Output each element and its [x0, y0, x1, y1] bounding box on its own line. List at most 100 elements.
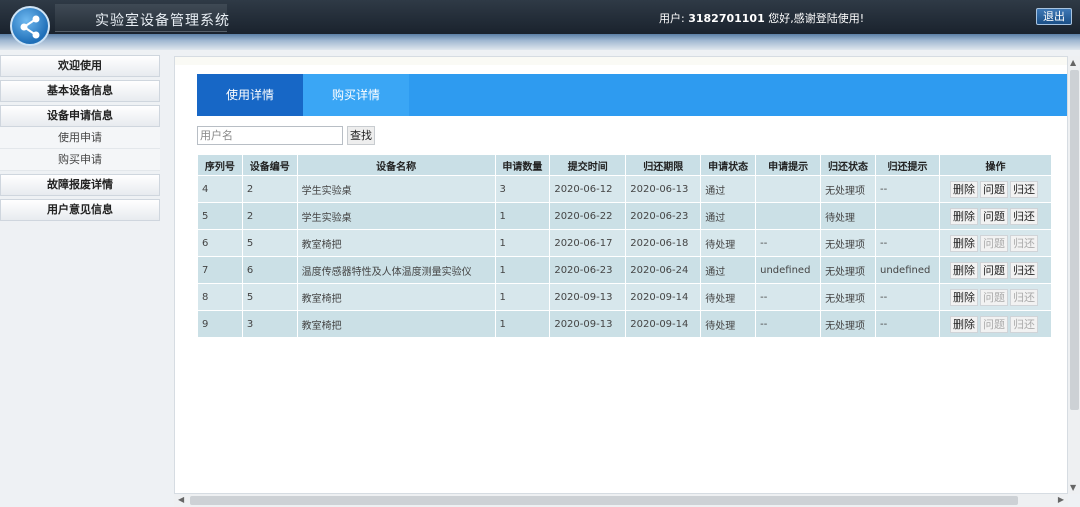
table-cell: 9	[197, 310, 243, 338]
question-button[interactable]: 问题	[979, 261, 1008, 279]
table-cell: 2020-06-22	[549, 202, 627, 230]
table-cell: 1	[494, 202, 551, 230]
vertical-scroll-thumb[interactable]	[1070, 70, 1079, 410]
column-header: 设备名称	[296, 154, 496, 176]
column-header: 申请状态	[700, 154, 757, 176]
sidebar-subitem-purchase-application[interactable]: 购买申请	[0, 149, 160, 171]
sidebar-item-user-feedback[interactable]: 用户意见信息	[0, 199, 160, 221]
delete-button[interactable]: 删除	[949, 180, 978, 198]
title-box: 实验室设备管理系统	[55, 4, 229, 32]
table-cell: --	[875, 283, 940, 311]
table-cell: 无处理项	[820, 310, 877, 338]
sidebar-item-welcome[interactable]: 欢迎使用	[0, 55, 160, 77]
tab-purchase-details[interactable]: 购买详情	[303, 74, 409, 116]
question-button[interactable]: 问题	[979, 180, 1008, 198]
table-cell: 教室椅把	[296, 310, 496, 338]
sidebar-item-fault-scrap[interactable]: 故障报废详情	[0, 174, 160, 196]
column-header: 操作	[938, 154, 1053, 176]
delete-button[interactable]: 删除	[949, 234, 978, 252]
table-cell: --	[875, 229, 940, 257]
row-actions: 删除 问题 归还	[938, 256, 1053, 284]
table-cell: 6	[197, 229, 243, 257]
table-cell: 4	[197, 175, 243, 203]
row-actions: 删除 问题 归还	[938, 229, 1053, 257]
table-cell: 温度传感器特性及人体温度测量实验仪	[296, 256, 496, 284]
tab-usage-details[interactable]: 使用详情	[197, 74, 303, 116]
table-cell: 7	[197, 256, 243, 284]
sidebar: 欢迎使用 基本设备信息 设备申请信息 使用申请 购买申请 故障报废详情 用户意见…	[0, 55, 160, 507]
delete-button[interactable]: 删除	[949, 315, 978, 333]
table-cell: 通过	[700, 256, 757, 284]
logout-button[interactable]: 退出	[1036, 8, 1072, 25]
table-cell: 待处理	[820, 202, 877, 230]
table-body: 4 2 学生实验桌 3 2020-06-12 2020-06-13 通过 无处理项 -- 删除 问题…	[197, 175, 1053, 338]
horizontal-scroll-thumb[interactable]	[190, 496, 1018, 505]
table-row: 8 5 教室椅把 1 2020-09-13 2020-09-14 待处理 -- 无处理项 -- 删除…	[197, 283, 1053, 311]
return-button[interactable]: 归还	[1009, 180, 1038, 198]
table-row: 9 3 教室椅把 1 2020-09-13 2020-09-14 待处理 -- 无处理项 -- 删除…	[197, 310, 1053, 338]
table-cell: --	[875, 175, 940, 203]
table-cell: 8	[197, 283, 243, 311]
table-cell: 2020-09-14	[625, 283, 702, 311]
username-search-input[interactable]	[197, 126, 343, 145]
row-actions: 删除 问题 归还	[938, 175, 1053, 203]
table-row: 7 6 温度传感器特性及人体温度测量实验仪 1 2020-06-23 2020-06-24…	[197, 256, 1053, 284]
scroll-left-icon[interactable]: ◀	[178, 495, 184, 504]
sidebar-item-equipment-application[interactable]: 设备申请信息	[0, 105, 160, 127]
table-cell: 无处理项	[820, 229, 877, 257]
table-cell: 通过	[700, 175, 757, 203]
table-cell: 教室椅把	[296, 229, 496, 257]
table-header-row: 序列号 设备编号 设备名称 申请数量 提交时间 归还期限 申请状态 申请提示 归…	[197, 154, 1053, 176]
table-cell: 无处理项	[820, 175, 877, 203]
question-button: 问题	[979, 315, 1008, 333]
main-top-bar	[175, 57, 1067, 65]
return-button[interactable]: 归还	[1009, 207, 1038, 225]
table-cell: 待处理	[700, 283, 757, 311]
table-cell: --	[755, 229, 822, 257]
usage-table: 序列号 设备编号 设备名称 申请数量 提交时间 归还期限 申请状态 申请提示 归…	[197, 154, 1053, 338]
greeting-text: 您好,感谢登陆使用!	[764, 12, 865, 25]
table-cell: 2020-09-13	[549, 283, 627, 311]
table-cell: --	[755, 283, 822, 311]
delete-button[interactable]: 删除	[949, 261, 978, 279]
row-actions: 删除 问题 归还	[938, 283, 1053, 311]
delete-button[interactable]: 删除	[949, 288, 978, 306]
column-header: 提交时间	[549, 154, 627, 176]
table-cell: 2020-06-18	[625, 229, 702, 257]
return-button: 归还	[1009, 234, 1038, 252]
scroll-up-icon[interactable]: ▲	[1070, 58, 1076, 67]
sidebar-subitem-use-application[interactable]: 使用申请	[0, 127, 160, 149]
sidebar-item-basic-equipment[interactable]: 基本设备信息	[0, 80, 160, 102]
search-button[interactable]: 查找	[347, 126, 375, 145]
table-cell: 2020-06-13	[625, 175, 702, 203]
table-cell: 2020-09-13	[549, 310, 627, 338]
table-cell: 5	[241, 229, 298, 257]
scroll-right-icon[interactable]: ▶	[1058, 495, 1064, 504]
table-cell: 通过	[700, 202, 757, 230]
table-cell	[875, 202, 940, 230]
table-cell	[755, 175, 822, 203]
table-cell: 学生实验桌	[296, 202, 496, 230]
question-button: 问题	[979, 288, 1008, 306]
user-greeting: 用户: 3182701101 您好,感谢登陆使用!	[659, 10, 864, 26]
question-button[interactable]: 问题	[979, 207, 1008, 225]
table-cell: 5	[197, 202, 243, 230]
column-header: 归还提示	[875, 154, 940, 176]
table-cell: 6	[241, 256, 298, 284]
scroll-down-icon[interactable]: ▼	[1070, 483, 1076, 492]
horizontal-scrollbar[interactable]: ◀ ▶	[174, 494, 1068, 507]
table-cell: undefined	[875, 256, 940, 284]
vertical-scrollbar[interactable]: ▲ ▼	[1068, 56, 1080, 494]
table-cell: 待处理	[700, 229, 757, 257]
return-button[interactable]: 归还	[1009, 261, 1038, 279]
table-cell: 1	[494, 310, 551, 338]
delete-button[interactable]: 删除	[949, 207, 978, 225]
table-cell: 2020-06-24	[625, 256, 702, 284]
app-header: 实验室设备管理系统 用户: 3182701101 您好,感谢登陆使用! 退出	[0, 0, 1080, 50]
tab-bar: 使用详情 购买详情	[197, 74, 1067, 116]
table-cell: 2	[241, 175, 298, 203]
table-cell: --	[875, 310, 940, 338]
column-header: 设备编号	[241, 154, 298, 176]
column-header: 归还期限	[625, 154, 702, 176]
table-cell: 无处理项	[820, 283, 877, 311]
